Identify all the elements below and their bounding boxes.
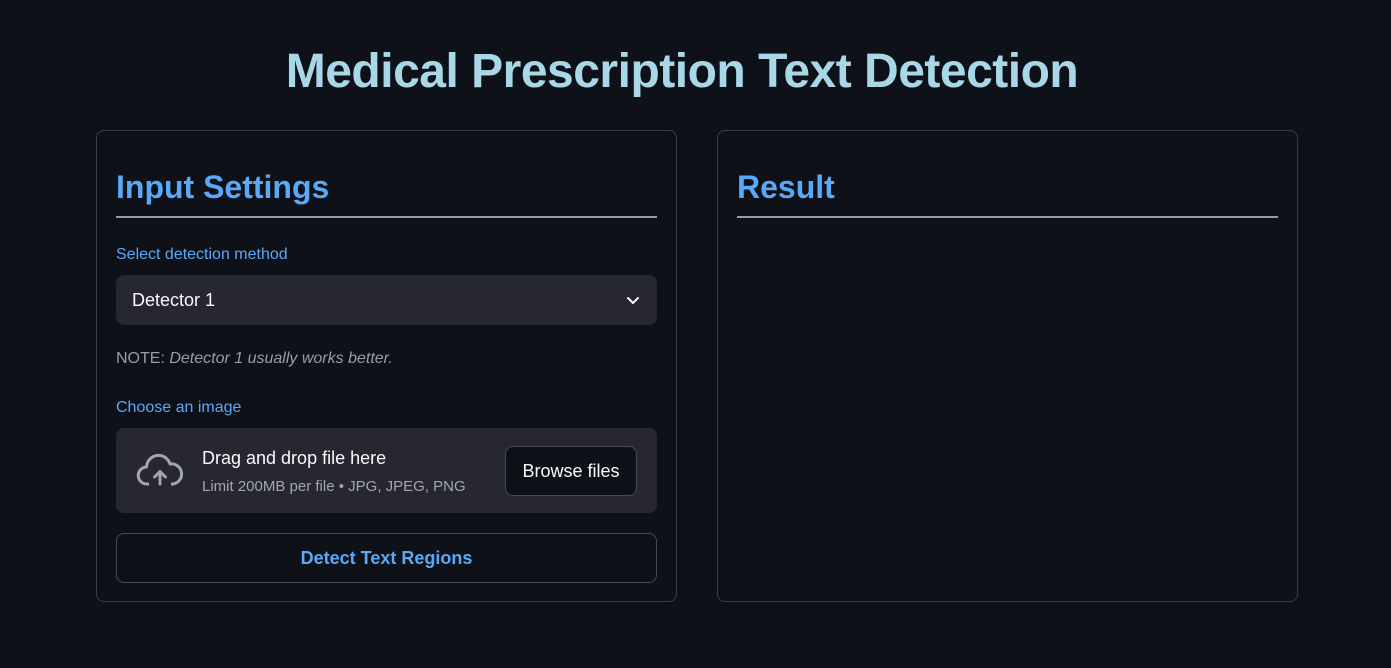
input-settings-panel: Input Settings Select detection method D… [96, 130, 677, 602]
note-body: Detector 1 usually works better. [169, 350, 393, 367]
detection-method-value: Detector 1 [132, 289, 216, 310]
detector-note: NOTE: Detector 1 usually works better. [116, 349, 657, 369]
detection-method-select[interactable]: Detector 1 [116, 275, 657, 325]
dropzone-limit-text: Limit 200MB per file • JPG, JPEG, PNG [202, 477, 466, 495]
input-settings-heading: Input Settings [116, 169, 330, 205]
cloud-upload-icon [136, 453, 184, 486]
page-title: Medical Prescription Text Detection [285, 45, 1079, 98]
detect-text-regions-button[interactable]: Detect Text Regions [116, 533, 657, 583]
result-panel: Result [717, 130, 1298, 602]
file-dropzone[interactable]: Drag and drop file here Limit 200MB per … [116, 428, 657, 513]
browse-files-button[interactable]: Browse files [505, 446, 637, 496]
detection-method-label: Select detection method [116, 246, 288, 263]
result-heading: Result [737, 169, 835, 205]
dropzone-text: Drag and drop file here Limit 200MB per … [202, 446, 466, 496]
dropzone-main-text: Drag and drop file here [202, 447, 387, 468]
choose-image-label: Choose an image [116, 399, 242, 416]
heading-divider [116, 216, 657, 218]
app-page: Medical Prescription Text Detection Inpu… [0, 0, 1391, 668]
result-divider [737, 216, 1278, 218]
chevron-down-icon [627, 297, 639, 304]
note-prefix: NOTE: [116, 350, 165, 367]
